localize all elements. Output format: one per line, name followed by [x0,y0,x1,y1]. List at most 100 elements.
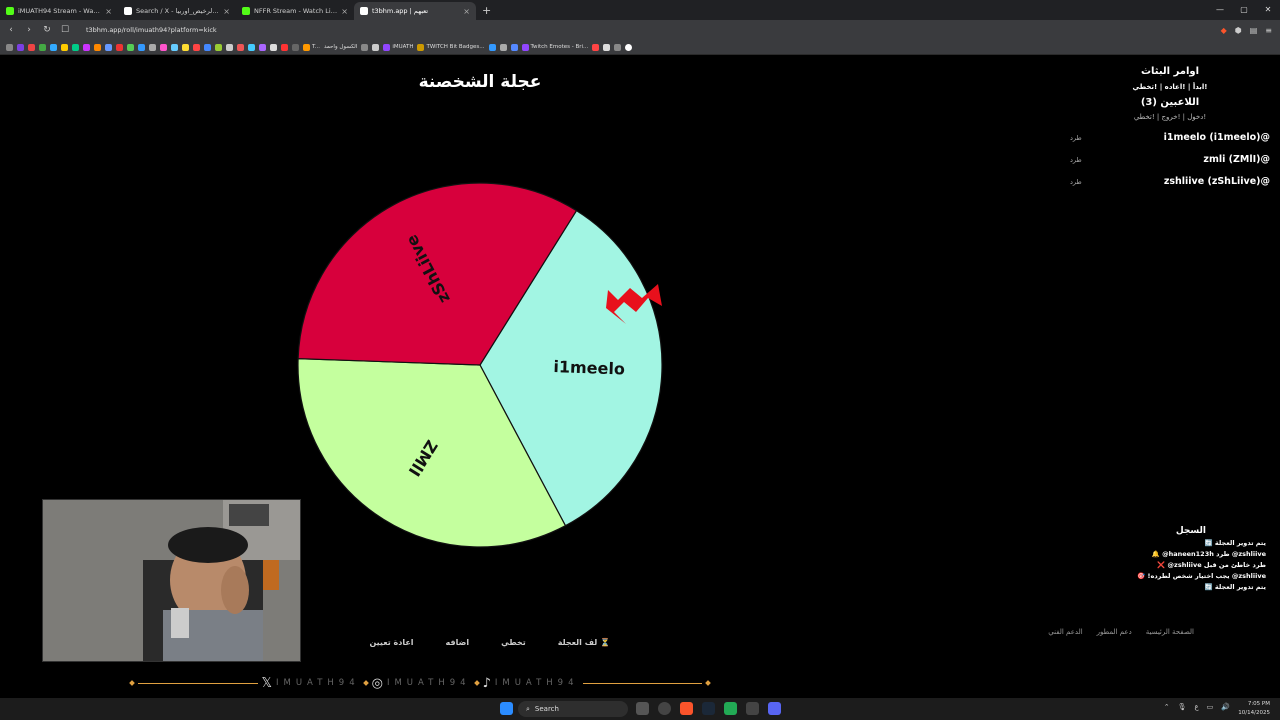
kick-button[interactable]: طرد [1070,156,1082,164]
bookmark-icon[interactable] [614,43,622,51]
discord-icon[interactable] [768,702,781,715]
back-icon[interactable]: ‹ [6,25,16,35]
language-icon[interactable]: ع [1194,703,1198,711]
bookmark-icon[interactable] [127,43,134,51]
minimize-icon[interactable]: — [1208,0,1232,20]
bookmark-icon[interactable] [116,43,123,51]
bookmark-icon[interactable] [105,43,112,51]
bookmark-icon[interactable] [499,43,507,51]
close-icon[interactable]: × [463,7,470,16]
bookmark-icon[interactable] [603,43,611,51]
players-commands: !دخول | !خروج | !تخطي [1133,113,1207,121]
new-tab-button[interactable]: + [482,4,491,17]
skip-button[interactable]: تخطي [501,638,526,647]
add-button[interactable]: اضافه [446,638,470,647]
webcam-overlay [42,499,301,662]
clock[interactable]: 7:05 PM 10/14/2025 [1238,700,1270,718]
bookmark-icon[interactable] [237,43,244,51]
obs-icon[interactable] [658,702,671,715]
player-row: طرد i1meelo (i1meelo)@ [1070,132,1270,143]
bookmark-icon [521,43,529,51]
bookmark-icon[interactable] [625,43,633,51]
bookmark-icon[interactable] [215,43,222,51]
reset-button[interactable]: اعادة تعيين [369,638,413,647]
menu-icon[interactable]: ≡ [1265,26,1272,35]
kick-button[interactable]: طرد [1070,178,1082,186]
address-bar[interactable]: t3bhm.app/roll/imuath94?platform=kick [86,26,217,34]
bookmark-icon[interactable] [182,43,189,51]
bookmark-icon[interactable] [138,43,145,51]
bookmark-icon[interactable] [270,43,277,51]
player-row: طرد zmli (ZMlI)@ [1070,154,1270,165]
spin-button[interactable]: لف العجلة ⏳ [558,638,610,647]
sidebar-icon[interactable]: ▤ [1250,26,1258,35]
bookmark-icon[interactable] [259,43,266,51]
bookmark-icon[interactable] [94,43,101,51]
forward-icon[interactable]: › [24,25,34,35]
bookmark-icon[interactable] [72,43,79,51]
close-icon[interactable]: × [105,7,112,16]
bookmark-item[interactable]: TWITCH Bit Badges... [417,43,485,51]
volume-icon[interactable]: 🔊 [1221,703,1230,711]
bookmark-icon[interactable] [28,43,35,51]
bookmark-icon[interactable] [83,43,90,51]
close-icon[interactable]: × [341,7,348,16]
bookmark-icon[interactable] [226,43,233,51]
reload-icon[interactable]: ↻ [42,25,52,35]
close-icon[interactable]: × [223,7,230,16]
maximize-icon[interactable]: ▢ [1232,0,1256,20]
bookmark-icon[interactable] [61,43,68,51]
close-window-icon[interactable]: ✕ [1256,0,1280,20]
network-icon[interactable]: ▭ [1207,703,1214,711]
bookmark-icon[interactable] [488,43,496,51]
bookmark-icon[interactable]: ☐ [60,25,70,35]
chevron-up-icon[interactable]: ⌃ [1164,703,1170,711]
app-icon[interactable] [746,702,759,715]
bookmark-icon[interactable] [372,43,380,51]
tab-1[interactable]: iMUATH94 Stream - Watch Live o × [0,2,118,20]
bookmark-icon[interactable] [149,43,156,51]
bookmark-item[interactable]: Twitch Emotes - Bri... [521,43,588,51]
app-icon[interactable] [724,702,737,715]
tab-3[interactable]: NFFR Stream - Watch Live on Kick× [236,2,354,20]
bookmark-icon[interactable] [361,43,369,51]
bookmark-item[interactable]: iMUATH [383,43,413,51]
bookmark-item[interactable]: T... [303,43,320,51]
brave-shield-icon[interactable]: ◆ [1221,26,1227,35]
extensions-icon[interactable]: ⬢ [1235,26,1242,35]
bookmark-icon[interactable] [592,43,600,51]
tiktok-icon: ♪ [482,675,491,691]
tech-support-link[interactable]: الدعم الفني [1048,628,1082,636]
brave-icon[interactable] [680,702,693,715]
bookmark-icon [303,43,310,51]
social-handle: IMUATH94 [386,678,471,688]
taskbar-search[interactable]: ⌕ Search [518,701,628,717]
start-icon[interactable] [500,702,513,715]
nav-bar: ‹ › ↻ ☐ t3bhm.app/roll/imuath94?platform… [0,20,1280,40]
kick-button[interactable]: طرد [1070,134,1082,142]
log-panel: السجل يتم تدوير العجلة 🔄 zshliive@ طرد h… [1066,526,1266,591]
bookmark-icon[interactable] [281,43,288,51]
home-link[interactable]: الصفحة الرئيسية [1146,628,1194,636]
apps-icon[interactable] [6,43,13,51]
steam-icon[interactable] [702,702,715,715]
bookmark-icon[interactable] [50,43,57,51]
spin-wheel[interactable]: i1meeloZMlIzShLiive [290,174,690,564]
bookmark-icon[interactable] [292,43,299,51]
bookmark-icon[interactable] [39,43,46,51]
system-tray: ⌃ 🎙 ع ▭ 🔊 [1164,703,1230,711]
bookmark-icon[interactable] [160,43,167,51]
bookmark-icon[interactable] [171,43,178,51]
bookmark-item[interactable]: الكسول واحمد [324,44,357,50]
wheel-segments: i1meeloZMlIzShLiive [297,182,663,548]
bookmark-icon[interactable] [17,43,24,51]
app-icon[interactable] [636,702,649,715]
bookmark-icon[interactable] [510,43,518,51]
bookmark-icon[interactable] [204,43,211,51]
mic-icon[interactable]: 🎙 [1178,703,1187,711]
tab-2[interactable]: Search / X - العاني_والرخيص_اوربيا# × [118,2,236,20]
tab-active[interactable]: t3bhm.app | تعبهم × [354,2,476,20]
support-dev-link[interactable]: دعم المطور [1097,628,1132,636]
bookmark-icon[interactable] [193,43,200,51]
bookmark-icon[interactable] [248,43,255,51]
